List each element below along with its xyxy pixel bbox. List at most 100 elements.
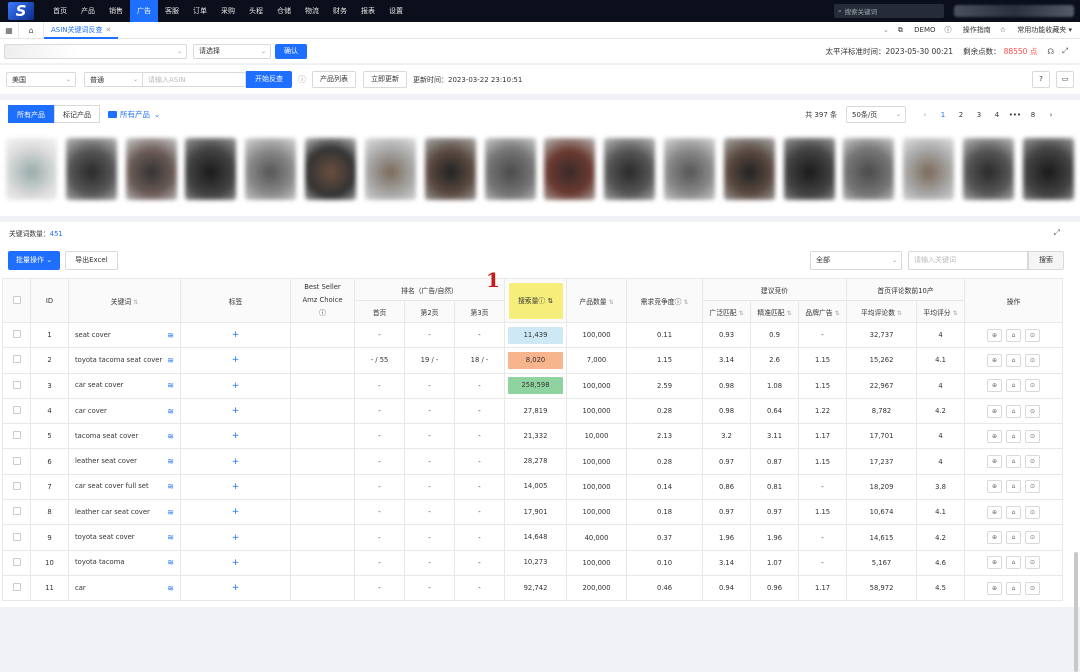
product-thumbnail[interactable] [65, 138, 117, 200]
row-keyword-link[interactable]: tacoma seat cover [75, 432, 138, 440]
top-search-input[interactable]: ⌕ 搜索关键词 [834, 4, 944, 18]
help-icon[interactable]: ⓘ [298, 74, 306, 85]
add-tag-icon[interactable]: + [232, 406, 240, 416]
detail-icon[interactable]: ⊙ [1025, 505, 1041, 519]
select-all-checkbox[interactable] [12, 295, 21, 304]
shop-icon[interactable]: ⌂ [1006, 353, 1022, 367]
page-1[interactable]: 1 [934, 111, 952, 119]
header-brand-ad[interactable]: 品牌广告 ⇅ [798, 300, 848, 323]
row-checkbox[interactable] [12, 330, 21, 339]
row-keyword-link[interactable]: car seat cover full set [75, 482, 149, 490]
row-keyword-link[interactable]: leather car seat cover [75, 508, 150, 516]
demo-link[interactable]: ⧉ DEMO [898, 26, 936, 35]
row-keyword-link[interactable]: toyota tacoma [75, 558, 125, 566]
start-reverse-button[interactable]: 开始反查 [246, 71, 292, 88]
locate-icon[interactable]: ⊕ [987, 455, 1003, 469]
product-thumbnail[interactable] [1022, 138, 1074, 200]
update-now-button[interactable]: 立即更新 [363, 71, 407, 88]
nav-item[interactable]: 销售 [102, 0, 130, 22]
product-thumbnail[interactable] [364, 138, 416, 200]
page-size-select[interactable]: 50条/页 ⌄ [846, 106, 906, 123]
asin-input[interactable]: 请输入ASIN [142, 72, 246, 87]
shop-icon[interactable]: ⌂ [1006, 531, 1022, 545]
tab-asin-reverse[interactable]: ASIN关键词反查 ✕ [44, 22, 119, 39]
confirm-button[interactable]: 确认 [275, 43, 307, 59]
nav-item[interactable]: 报表 [354, 0, 382, 22]
detail-icon[interactable]: ⊙ [1025, 480, 1041, 494]
locate-icon[interactable]: ⊕ [987, 404, 1003, 418]
shop-icon[interactable]: ⌂ [1006, 505, 1022, 519]
export-excel-button[interactable]: 导出Excel [65, 250, 118, 270]
book-icon[interactable]: ▭ [1056, 71, 1074, 88]
product-thumbnail[interactable] [963, 138, 1014, 200]
detail-icon[interactable]: ⊙ [1025, 581, 1041, 595]
site-select[interactable]: 请选择 ⌄ [193, 43, 271, 59]
close-icon[interactable]: ✕ [106, 26, 112, 34]
product-thumbnail[interactable] [6, 138, 57, 200]
nav-item[interactable]: 订单 [186, 0, 214, 22]
expand-icon[interactable]: ⤢ [1054, 228, 1060, 238]
app-logo[interactable]: S [0, 0, 42, 22]
guide-link[interactable]: ⓘ 操作指南 [945, 25, 991, 35]
nav-item[interactable]: 产品 [74, 0, 102, 22]
row-checkbox[interactable] [12, 583, 21, 592]
locate-icon[interactable]: ⊕ [987, 531, 1003, 545]
layers-icon[interactable]: ≋ [167, 482, 174, 491]
nav-item[interactable]: 客服 [158, 0, 186, 22]
prev-page-icon[interactable]: ‹ [916, 111, 934, 119]
row-keyword-link[interactable]: car cover [75, 407, 107, 415]
header-exact[interactable]: 精准匹配 ⇅ [750, 300, 800, 323]
layers-icon[interactable]: ≋ [167, 356, 174, 365]
add-tag-icon[interactable]: + [232, 507, 240, 517]
row-checkbox[interactable] [12, 507, 21, 516]
filter-all-select[interactable]: 全部 ⌄ [810, 250, 902, 270]
shop-select[interactable]: ⌄ [4, 43, 187, 59]
locate-icon[interactable]: ⊕ [987, 581, 1003, 595]
shop-icon[interactable]: ⌂ [1006, 455, 1022, 469]
page-3[interactable]: 3 [970, 111, 988, 119]
favorites-link[interactable]: ☆ 常用功能收藏夹 ▾ [1000, 25, 1072, 35]
detail-icon[interactable]: ⊙ [1025, 556, 1041, 570]
search-button[interactable]: 搜索 [1028, 250, 1064, 270]
add-tag-icon[interactable]: + [232, 381, 240, 391]
add-tag-icon[interactable]: + [232, 558, 240, 568]
locate-icon[interactable]: ⊕ [987, 379, 1003, 393]
headset-icon[interactable]: ☊ [1047, 47, 1054, 56]
nav-item[interactable]: 头程 [242, 0, 270, 22]
layers-icon[interactable]: ≋ [167, 457, 174, 466]
collapse-chevron-icon[interactable]: ⌄ [883, 26, 889, 34]
product-thumbnail[interactable] [245, 138, 297, 200]
header-search-volume-cell[interactable]: 搜索量ⓘ ⇅ [504, 278, 568, 323]
product-thumbnail[interactable] [544, 138, 596, 200]
help-icon[interactable]: ⓘ [319, 309, 326, 317]
product-thumbnail[interactable] [185, 138, 237, 200]
layers-icon[interactable]: ≋ [167, 558, 174, 567]
add-tag-icon[interactable]: + [232, 533, 240, 543]
next-page-icon[interactable]: › [1042, 111, 1060, 119]
layers-icon[interactable]: ≋ [167, 508, 174, 517]
row-keyword-link[interactable]: seat cover [75, 331, 111, 339]
row-keyword-link[interactable]: toyota tacoma seat cover [75, 356, 162, 364]
detail-icon[interactable]: ⊙ [1025, 379, 1041, 393]
add-tag-icon[interactable]: + [232, 583, 240, 593]
fullscreen-icon[interactable]: ⤢ [1062, 46, 1068, 56]
row-keyword-link[interactable]: car [75, 584, 86, 592]
shop-icon[interactable]: ⌂ [1006, 429, 1022, 443]
product-thumbnail[interactable] [125, 138, 177, 200]
locate-icon[interactable]: ⊕ [987, 328, 1003, 342]
mode-select[interactable]: 普通 ⌄ [84, 72, 142, 87]
home-icon[interactable]: ⌂ [18, 21, 44, 39]
nav-item[interactable]: 物流 [298, 0, 326, 22]
detail-icon[interactable]: ⊙ [1025, 404, 1041, 418]
product-thumbnail[interactable] [663, 138, 715, 200]
page-4[interactable]: 4 [988, 111, 1006, 119]
row-checkbox[interactable] [12, 406, 21, 415]
detail-icon[interactable]: ⊙ [1025, 353, 1041, 367]
layers-icon[interactable]: ≋ [167, 331, 174, 340]
question-icon[interactable]: ? [1032, 71, 1050, 88]
product-folder-select[interactable]: 所有产品 ⌄ [108, 109, 160, 120]
nav-item[interactable]: 设置 [382, 0, 410, 22]
apps-grid-icon[interactable]: ▦ [0, 26, 18, 35]
add-tag-icon[interactable]: + [232, 431, 240, 441]
detail-icon[interactable]: ⊙ [1025, 531, 1041, 545]
